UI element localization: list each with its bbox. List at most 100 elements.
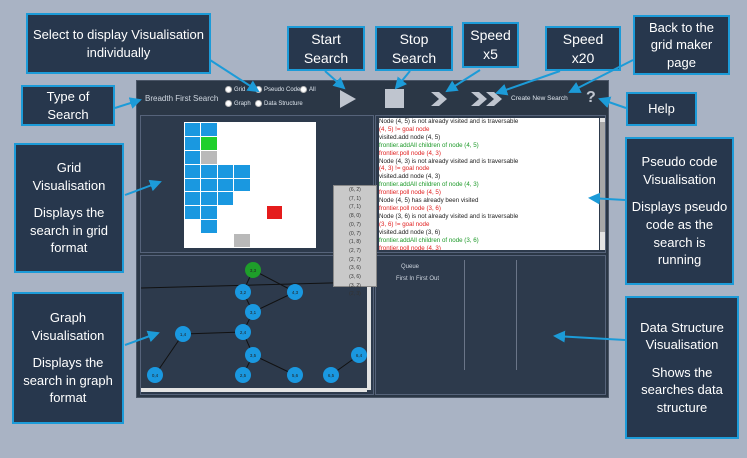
grid-cell[interactable] — [250, 206, 266, 220]
grid-cell[interactable] — [185, 192, 201, 206]
callout-start-search: Start Search — [287, 26, 365, 71]
grid-cell[interactable] — [266, 136, 283, 150]
queue-item: (2, 7) — [349, 256, 361, 263]
pseudo-scrollbar[interactable] — [600, 118, 605, 250]
grid-cell[interactable] — [250, 178, 266, 192]
grid-cell[interactable] — [201, 123, 217, 136]
grid-cell[interactable] — [283, 234, 299, 247]
grid-cell[interactable] — [217, 164, 234, 178]
grid-cell[interactable] — [266, 206, 283, 220]
speed-x20-icon[interactable] — [470, 91, 504, 107]
scrollbar-thumb[interactable] — [600, 122, 605, 232]
grid-cell[interactable] — [299, 220, 315, 234]
grid-cell[interactable] — [299, 123, 315, 136]
radio-button[interactable] — [255, 100, 262, 107]
help-button[interactable]: ? — [586, 89, 596, 107]
grid-cell[interactable] — [283, 136, 299, 150]
radio-pseudo-option[interactable]: Pseudo Code — [255, 86, 300, 93]
radio-button[interactable] — [300, 86, 307, 93]
grid-cell[interactable] — [299, 164, 315, 178]
grid-cell[interactable] — [234, 150, 250, 164]
grid-cell[interactable] — [201, 220, 217, 234]
grid-cell[interactable] — [299, 178, 315, 192]
radio-button[interactable] — [225, 100, 232, 107]
play-icon[interactable] — [339, 89, 357, 109]
stop-icon[interactable] — [385, 89, 404, 108]
grid-cell[interactable] — [299, 150, 315, 164]
grid-cell[interactable] — [283, 178, 299, 192]
grid-cell[interactable] — [217, 206, 234, 220]
grid-cell[interactable] — [234, 164, 250, 178]
grid-cell[interactable] — [250, 192, 266, 206]
pseudo-code-log: Node (4, 5) is not already visited and i… — [379, 118, 599, 250]
grid-cell[interactable] — [283, 192, 299, 206]
grid-cell[interactable] — [185, 206, 201, 220]
grid-cell[interactable] — [201, 234, 217, 247]
grid-cell[interactable] — [283, 206, 299, 220]
grid-cell[interactable] — [201, 206, 217, 220]
grid-cell[interactable] — [266, 164, 283, 178]
grid-cell[interactable] — [185, 136, 201, 150]
grid-cell[interactable] — [299, 136, 315, 150]
grid-cell[interactable] — [250, 150, 266, 164]
radio-button[interactable] — [255, 86, 262, 93]
grid-cell[interactable] — [217, 178, 234, 192]
grid-cell[interactable] — [234, 206, 250, 220]
grid-cell[interactable] — [283, 164, 299, 178]
grid-cell[interactable] — [185, 150, 201, 164]
radio-grid-option[interactable]: Grid — [225, 86, 245, 93]
grid-cell[interactable] — [299, 192, 315, 206]
grid-cell[interactable] — [217, 192, 234, 206]
grid-cell[interactable] — [234, 234, 250, 247]
grid-cell[interactable] — [185, 123, 201, 136]
grid-cell[interactable] — [283, 150, 299, 164]
grid-cell[interactable] — [185, 164, 201, 178]
grid-cell[interactable] — [185, 220, 201, 234]
grid-cell[interactable] — [217, 123, 234, 136]
radio-graph-option[interactable]: Graph — [225, 100, 251, 107]
grid-cell[interactable] — [283, 220, 299, 234]
pseudo-line: (3, 6) != goal node — [379, 220, 430, 228]
grid-cell[interactable] — [266, 123, 283, 136]
search-grid[interactable] — [184, 122, 316, 248]
callout-type-of-search: Type of Search — [21, 85, 115, 126]
grid-cell[interactable] — [234, 136, 250, 150]
radio-datastructure-option[interactable]: Data Structure — [255, 100, 303, 107]
grid-cell[interactable] — [185, 178, 201, 192]
grid-cell[interactable] — [201, 192, 217, 206]
grid-cell[interactable] — [217, 234, 234, 247]
callout-text: format — [50, 240, 88, 256]
grid-cell[interactable] — [217, 150, 234, 164]
grid-cell[interactable] — [217, 136, 234, 150]
grid-cell[interactable] — [266, 220, 283, 234]
radio-button[interactable] — [225, 86, 232, 93]
grid-cell[interactable] — [250, 164, 266, 178]
create-new-search-button[interactable]: Create New Search — [511, 95, 568, 102]
grid-cell[interactable] — [250, 123, 266, 136]
callout-text: Select to display Visualisation — [32, 26, 205, 42]
grid-cell[interactable] — [283, 123, 299, 136]
grid-cell[interactable] — [234, 123, 250, 136]
grid-cell[interactable] — [234, 220, 250, 234]
grid-cell[interactable] — [201, 150, 217, 164]
grid-cell[interactable] — [250, 234, 266, 247]
speed-x5-icon[interactable] — [430, 91, 448, 107]
grid-cell[interactable] — [201, 178, 217, 192]
grid-cell[interactable] — [201, 136, 217, 150]
grid-cell[interactable] — [299, 234, 315, 247]
grid-cell[interactable] — [217, 220, 234, 234]
callout-text: Visualisation — [643, 171, 716, 187]
grid-cell[interactable] — [266, 178, 283, 192]
grid-cell[interactable] — [299, 206, 315, 220]
grid-cell[interactable] — [234, 178, 250, 192]
radio-all-option[interactable]: All — [300, 86, 316, 93]
grid-cell[interactable] — [266, 150, 283, 164]
grid-cell[interactable] — [266, 234, 283, 247]
grid-cell[interactable] — [250, 220, 266, 234]
grid-cell[interactable] — [185, 234, 201, 247]
grid-cell[interactable] — [250, 136, 266, 150]
grid-cell[interactable] — [266, 192, 283, 206]
callout-text: x20 — [571, 49, 595, 66]
grid-cell[interactable] — [201, 164, 217, 178]
grid-cell[interactable] — [234, 192, 250, 206]
